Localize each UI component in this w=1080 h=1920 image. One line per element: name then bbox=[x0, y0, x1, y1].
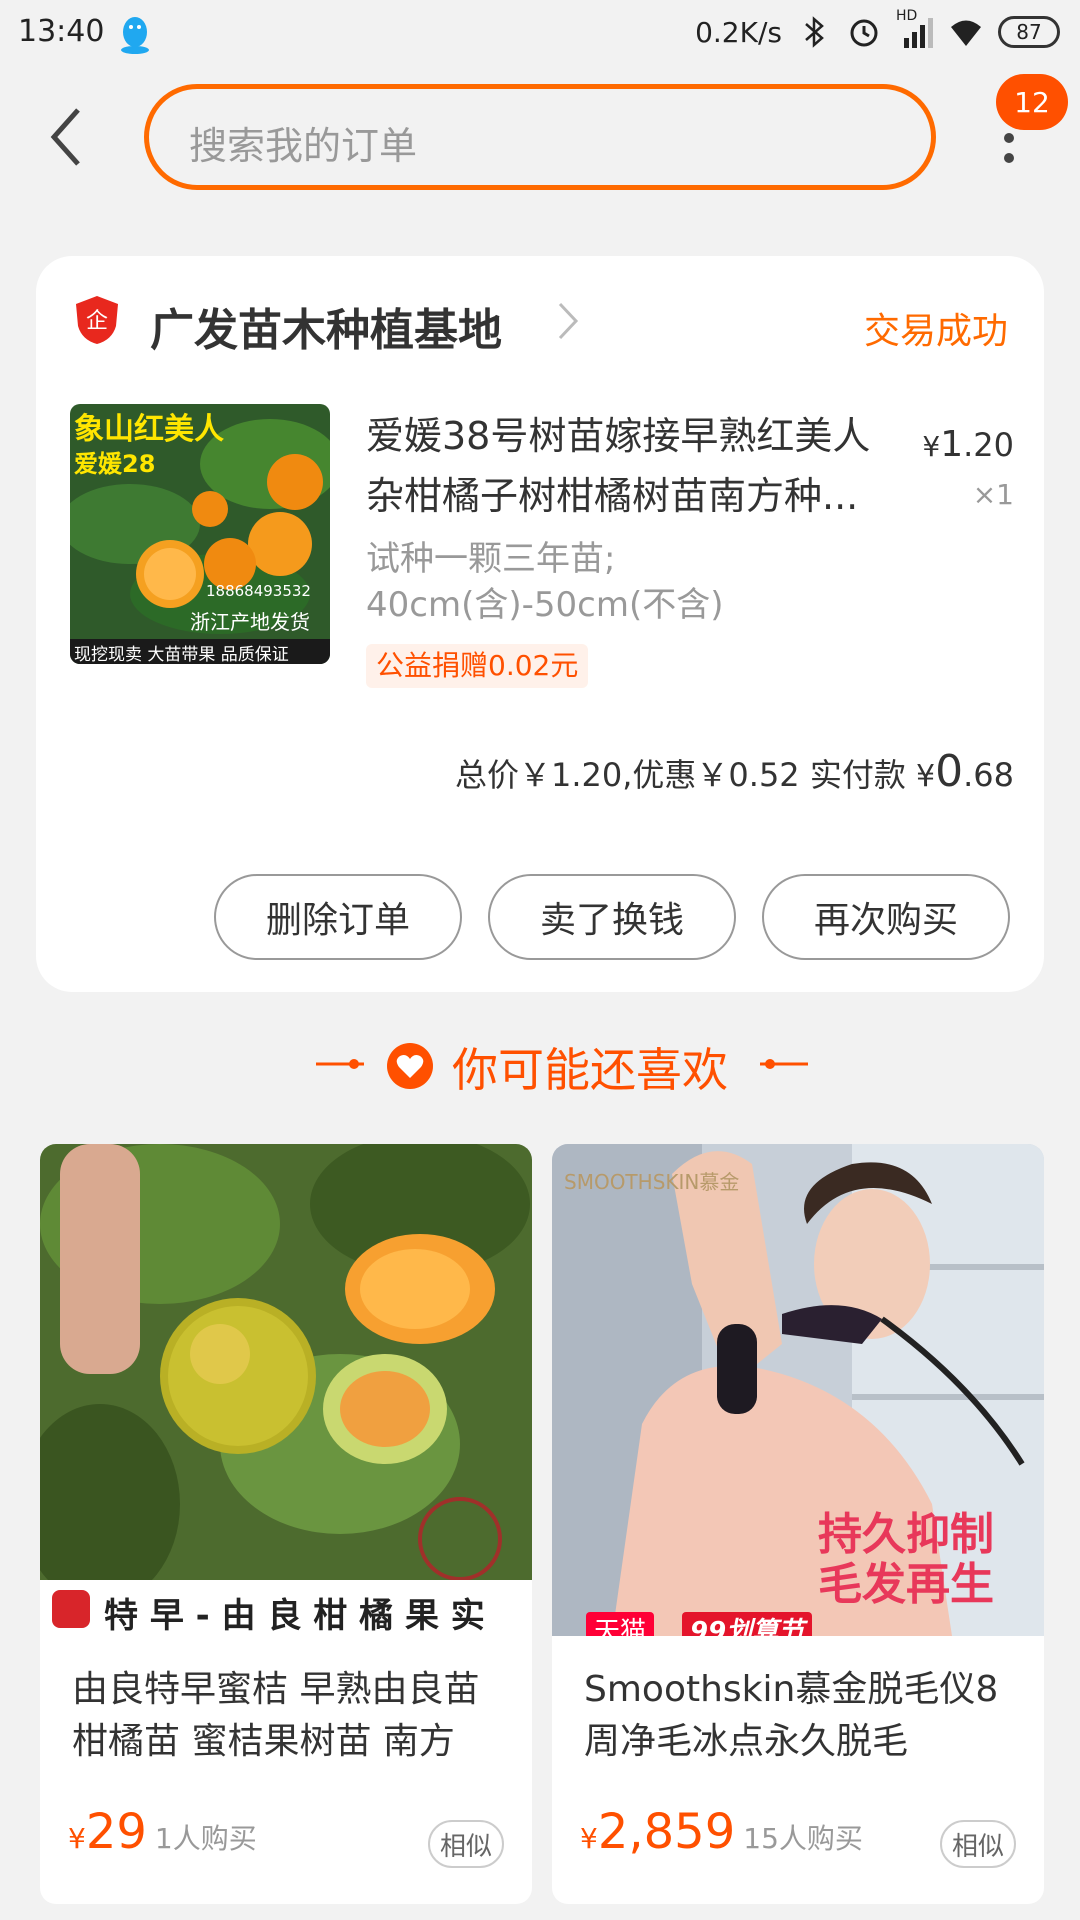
thumb-origin: 浙江产地发货 bbox=[190, 610, 310, 634]
decor-line-icon bbox=[316, 1059, 364, 1069]
price-value: 29 bbox=[85, 1804, 147, 1860]
recommend-name[interactable]: 由良特早蜜桔 早熟由良苗 柑橘苗 蜜桔果树苗 南方 bbox=[72, 1664, 504, 1768]
unit-price: ¥1.20 bbox=[922, 424, 1014, 465]
recommend-card[interactable]: SMOOTHSKIN慕金 持久抑制 毛发再生 天猫 99划算节 Smoothsk… bbox=[552, 1144, 1044, 1904]
product-title[interactable]: 爱媛38号树苗嫁接早熟红美人杂柑橘子树柑橘树苗南方种... bbox=[366, 406, 906, 526]
event-tag: 99划算节 bbox=[682, 1612, 813, 1636]
paid-dec: .68 bbox=[963, 756, 1014, 794]
product-image[interactable]: SMOOTHSKIN慕金 持久抑制 毛发再生 天猫 99划算节 bbox=[552, 1144, 1044, 1636]
status-bar: 13:40 0.2K/s HD 87 bbox=[0, 0, 1080, 72]
network-speed: 0.2K/s bbox=[695, 15, 782, 49]
search-input[interactable]: 搜索我的订单 bbox=[144, 84, 936, 190]
similar-button[interactable]: 相似 bbox=[428, 1820, 504, 1868]
alarm-icon bbox=[850, 19, 878, 47]
product-thumbnail[interactable]: 象山红美人 爱媛28 18868493532 浙江产地发货 现挖现卖 大苗带果 … bbox=[70, 404, 330, 664]
thumb-variety: 爱媛28 bbox=[74, 450, 156, 478]
recommend-card[interactable]: 特 早 - 由 良 柑 橘 果 实 由良特早蜜桔 早熟由良苗 柑橘苗 蜜桔果树苗… bbox=[40, 1144, 532, 1904]
recommend-header: 你可能还喜欢 bbox=[0, 1030, 1080, 1100]
battery-icon: 87 bbox=[998, 16, 1060, 48]
order-status: 交易成功 bbox=[863, 311, 1008, 352]
notification-badge: 12 bbox=[996, 74, 1068, 130]
price-symbol: ¥ bbox=[68, 1822, 86, 1855]
price-dec: .20 bbox=[963, 426, 1014, 464]
charity-tag: 公益捐赠0.02元 bbox=[366, 644, 589, 688]
paid-symbol: ¥ bbox=[916, 759, 936, 794]
price-symbol: ¥ bbox=[580, 1822, 598, 1855]
buy-again-button[interactable]: 再次购买 bbox=[762, 874, 1010, 960]
recommend-price: ¥2,859 15人购买 bbox=[580, 1804, 863, 1860]
thumb-phone: 18868493532 bbox=[206, 582, 311, 600]
recommend-title: 你可能还喜欢 bbox=[452, 1043, 728, 1097]
status-icons: 0.2K/s HD 87 bbox=[695, 8, 1060, 50]
recommend-price: ¥29 1人购买 bbox=[68, 1804, 257, 1860]
sku-line: 试种一颗三年苗; bbox=[366, 539, 616, 579]
delete-order-button[interactable]: 删除订单 bbox=[214, 874, 462, 960]
heart-icon bbox=[387, 1043, 433, 1089]
similar-button[interactable]: 相似 bbox=[940, 1820, 1016, 1868]
chevron-right-icon[interactable] bbox=[556, 300, 580, 342]
status-time: 13:40 bbox=[18, 14, 105, 49]
price-symbol: ¥ bbox=[922, 430, 941, 463]
paid-int: 0 bbox=[935, 746, 964, 797]
signal-icon: HD bbox=[896, 8, 934, 50]
image-banner: 特 早 - 由 良 柑 橘 果 实 bbox=[104, 1596, 485, 1636]
bluetooth-icon bbox=[805, 16, 824, 48]
battery-level: 87 bbox=[1016, 20, 1042, 44]
total-summary: 总价￥1.20,优惠￥0.52 实付款 bbox=[454, 756, 906, 794]
thumb-title: 象山红美人 bbox=[74, 412, 224, 447]
sku-line: 40cm(含)-50cm(不含) bbox=[366, 585, 724, 625]
recommend-name[interactable]: Smoothskin慕金脱毛仪8周净毛冰点永久脱毛 bbox=[584, 1664, 1016, 1768]
resell-button[interactable]: 卖了换钱 bbox=[488, 874, 736, 960]
order-card[interactable]: 企 广发苗木种植基地 交易成功 象山红美人 爱媛28 18868493532 浙… bbox=[36, 256, 1044, 992]
search-placeholder: 搜索我的订单 bbox=[189, 124, 418, 168]
shop-shield-icon: 企 bbox=[76, 296, 118, 344]
product-sku: 试种一颗三年苗; 40cm(含)-50cm(不含) bbox=[366, 536, 866, 628]
tmall-tag: 天猫 bbox=[586, 1612, 655, 1636]
order-total: 总价￥1.20,优惠￥0.52 实付款 ¥0.68 bbox=[455, 746, 1014, 797]
wifi-icon bbox=[951, 20, 981, 46]
back-arrow-icon[interactable] bbox=[44, 104, 88, 170]
thumb-slogan: 现挖现卖 大苗带果 品质保证 bbox=[74, 645, 289, 664]
product-image[interactable]: 特 早 - 由 良 柑 橘 果 实 bbox=[40, 1144, 532, 1636]
sold-count: 15人购买 bbox=[743, 1822, 863, 1855]
quantity: ×1 bbox=[972, 478, 1014, 511]
image-caption: 毛发再生 bbox=[818, 1559, 994, 1610]
price-int: 1 bbox=[940, 424, 964, 465]
decor-line-icon bbox=[760, 1059, 808, 1069]
notification-count: 12 bbox=[1014, 85, 1050, 119]
shop-name[interactable]: 广发苗木种植基地 bbox=[150, 294, 502, 358]
svg-text:企: 企 bbox=[86, 309, 108, 334]
sold-count: 1人购买 bbox=[154, 1822, 257, 1855]
qq-icon bbox=[121, 17, 149, 54]
brand-watermark: SMOOTHSKIN慕金 bbox=[564, 1170, 740, 1194]
price-value: 2,859 bbox=[597, 1804, 736, 1860]
